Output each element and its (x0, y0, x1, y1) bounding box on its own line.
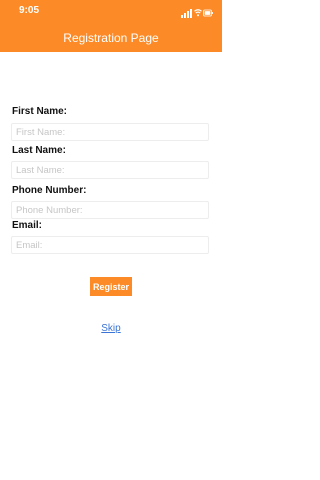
status-time: 9:05 (19, 5, 40, 16)
skip-link[interactable]: Skip (0, 323, 222, 334)
signal-icon (181, 9, 192, 18)
page-title: Registration Page (63, 31, 159, 45)
wifi-icon (194, 9, 202, 17)
battery-icon (203, 9, 213, 17)
first-name-label: First Name: (12, 106, 68, 117)
phone-number-input[interactable] (11, 201, 209, 219)
app-header: 9:05 Registration Page (0, 0, 222, 52)
phone-number-label: Phone Number: (12, 185, 87, 196)
last-name-input[interactable] (11, 161, 209, 179)
email-label: Email: (12, 220, 43, 231)
email-input[interactable] (11, 236, 209, 254)
status-icons (181, 9, 213, 18)
last-name-label: Last Name: (12, 145, 66, 156)
register-button[interactable]: Register (90, 277, 132, 296)
first-name-input[interactable] (11, 123, 209, 141)
